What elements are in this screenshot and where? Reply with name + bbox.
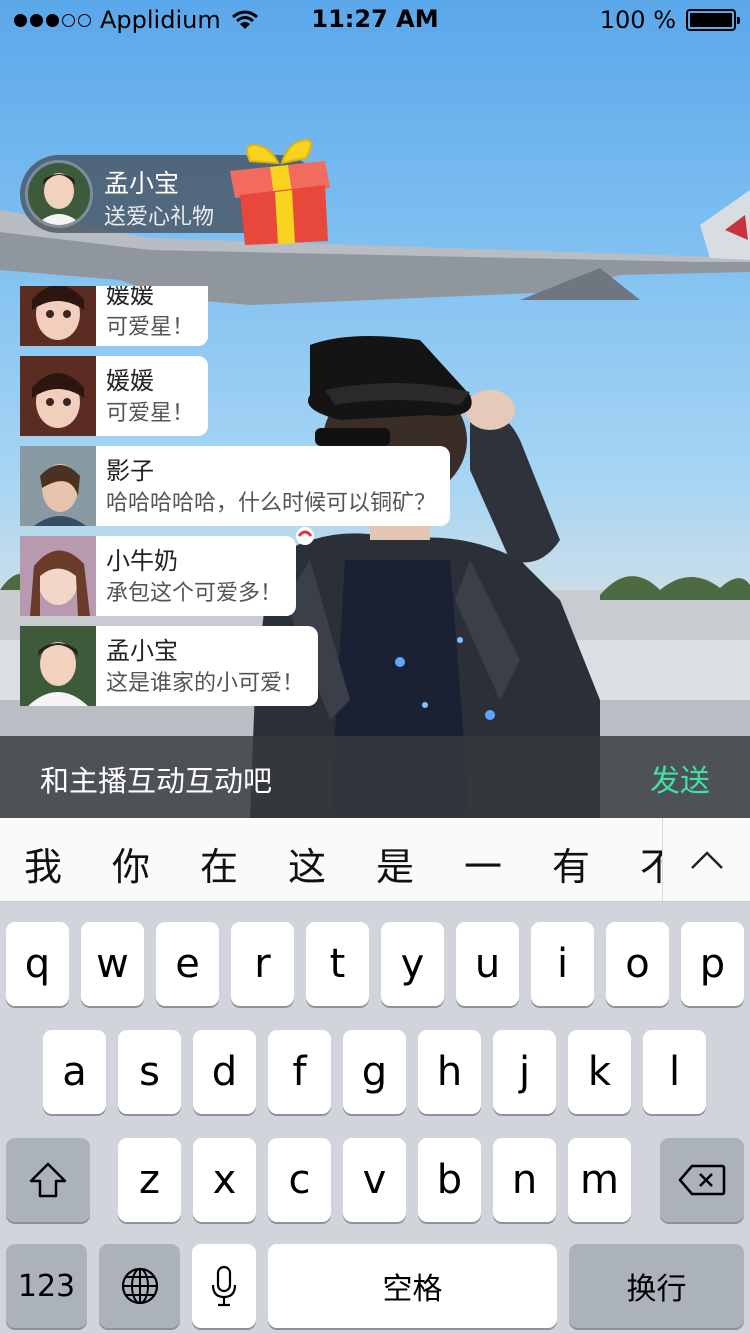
key-s[interactable]: s	[118, 1030, 181, 1114]
key-g[interactable]: g	[343, 1030, 406, 1114]
status-bar: Applidium 11:27 AM 100 %	[0, 0, 750, 40]
gift-notification: 孟小宝 送爱心礼物	[20, 139, 330, 245]
key-m[interactable]: m	[568, 1138, 631, 1222]
key-p[interactable]: p	[681, 922, 744, 1006]
comment-item[interactable]: 小牛奶 承包这个可爱多！	[20, 536, 297, 616]
status-right: 100 %	[599, 6, 740, 34]
key-j[interactable]: j	[493, 1030, 556, 1114]
comment-avatar[interactable]	[20, 536, 96, 616]
gift-sender-name: 孟小宝	[104, 169, 180, 198]
key-d[interactable]: d	[193, 1030, 256, 1114]
shift-arrow-icon	[29, 1162, 67, 1198]
comment-text: 哈哈哈哈哈，什么时候可以铜矿？	[106, 491, 437, 516]
candidate-word[interactable]: 是	[365, 836, 425, 891]
comment-avatar[interactable]	[20, 356, 96, 436]
key-x[interactable]: x	[193, 1138, 256, 1222]
key-i[interactable]: i	[531, 922, 594, 1006]
ime-candidate-bar: 我 你 在 这 是 一 有 不	[0, 818, 750, 902]
microphone-key[interactable]	[192, 1244, 256, 1328]
battery-icon	[686, 9, 740, 31]
microphone-icon	[211, 1265, 237, 1307]
candidate-word[interactable]: 我	[13, 836, 73, 891]
key-y[interactable]: y	[381, 922, 444, 1006]
comment-username: 影子	[106, 457, 154, 485]
key-v[interactable]: v	[343, 1138, 406, 1222]
gift-box-icon	[230, 139, 330, 245]
comment-text: 承包这个可爱多！	[106, 581, 283, 606]
key-r[interactable]: r	[231, 922, 294, 1006]
key-l[interactable]: l	[643, 1030, 706, 1114]
key-a[interactable]: a	[43, 1030, 106, 1114]
key-z[interactable]: z	[118, 1138, 181, 1222]
key-w[interactable]: w	[81, 922, 144, 1006]
key-t[interactable]: t	[306, 922, 369, 1006]
comment-text: 可爱星！	[106, 315, 195, 340]
space-key[interactable]: 空格	[268, 1244, 557, 1328]
comment-username: 孟小宝	[106, 637, 178, 665]
chat-input-bar: 和主播互动互动吧 发送	[0, 736, 750, 818]
key-n[interactable]: n	[493, 1138, 556, 1222]
comment-item[interactable]: 媛媛 可爱星！	[20, 356, 209, 436]
expand-candidates-button[interactable]	[662, 818, 750, 901]
key-o[interactable]: o	[606, 922, 669, 1006]
delete-key[interactable]	[660, 1138, 744, 1222]
key-b[interactable]: b	[418, 1138, 481, 1222]
globe-icon	[121, 1267, 158, 1305]
shift-key[interactable]	[6, 1138, 90, 1222]
comment-avatar[interactable]	[20, 626, 96, 706]
key-e[interactable]: e	[156, 922, 219, 1006]
key-c[interactable]: c	[268, 1138, 331, 1222]
comment-item[interactable]: 孟小宝 这是谁家的小可爱！	[20, 626, 319, 706]
backspace-icon	[678, 1164, 726, 1196]
candidate-word[interactable]: 在	[189, 836, 249, 891]
key-q[interactable]: q	[6, 922, 69, 1006]
comment-avatar[interactable]	[20, 446, 96, 526]
candidate-word[interactable]: 一	[453, 836, 513, 891]
globe-key[interactable]	[99, 1244, 180, 1328]
return-key[interactable]: 换行	[569, 1244, 744, 1328]
candidate-word[interactable]: 有	[541, 836, 601, 891]
key-u[interactable]: u	[456, 922, 519, 1006]
comment-text: 这是谁家的小可爱！	[106, 671, 305, 696]
key-f[interactable]: f	[268, 1030, 331, 1114]
key-h[interactable]: h	[418, 1030, 481, 1114]
comment-username: 媛媛	[106, 367, 154, 395]
comment-text: 可爱星！	[106, 401, 195, 426]
gift-message: 送爱心礼物	[104, 205, 215, 230]
candidate-word[interactable]: 你	[101, 836, 161, 891]
comment-username: 小牛奶	[106, 547, 178, 575]
comment-item[interactable]: 影子 哈哈哈哈哈，什么时候可以铜矿？	[20, 446, 451, 526]
numbers-key[interactable]: 123	[6, 1244, 87, 1328]
keyboard: q w e r t y u i o p a s d f g h j k l z …	[0, 902, 750, 1334]
avatar[interactable]	[25, 160, 93, 228]
key-k[interactable]: k	[568, 1030, 631, 1114]
send-button[interactable]: 发送	[650, 756, 710, 800]
candidate-word[interactable]: 这	[277, 836, 337, 891]
chat-input[interactable]: 和主播互动互动吧	[40, 758, 272, 800]
chevron-up-icon	[690, 851, 723, 869]
battery-percent: 100 %	[599, 6, 676, 34]
